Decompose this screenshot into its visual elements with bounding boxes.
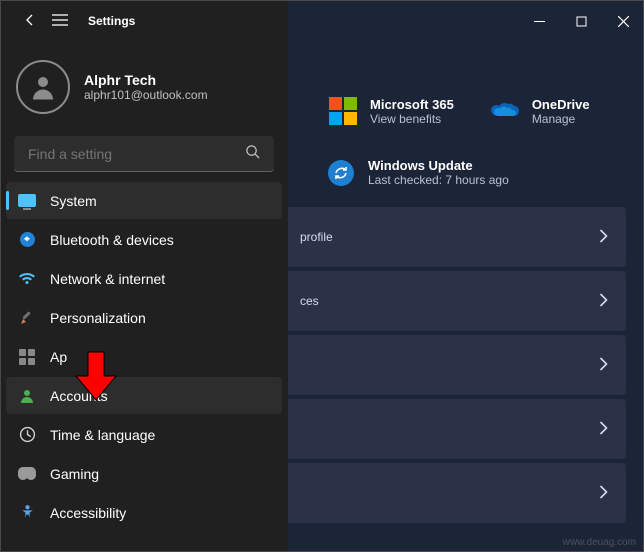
sync-icon: [328, 160, 354, 186]
onedrive-icon: [490, 96, 520, 126]
accessibility-icon: [18, 504, 36, 522]
tile-title: OneDrive: [532, 97, 590, 112]
sidebar-item-label: Ap: [50, 349, 67, 365]
sidebar-item-time[interactable]: Time & language: [6, 416, 282, 453]
wifi-icon: [18, 270, 36, 288]
sidebar-item-label: System: [50, 193, 97, 209]
sidebar-item-label: Network & internet: [50, 271, 165, 287]
sidebar-item-network[interactable]: Network & internet: [6, 260, 282, 297]
profile-block[interactable]: Alphr Tech alphr101@outlook.com: [0, 52, 288, 130]
apps-icon: [18, 348, 36, 366]
bluetooth-icon: ⌖: [18, 231, 36, 249]
maximize-button[interactable]: [560, 3, 602, 39]
microsoft-logo-icon: [328, 96, 358, 126]
settings-card[interactable]: profile: [282, 207, 626, 267]
brush-icon: [18, 309, 36, 327]
avatar: [16, 60, 70, 114]
window-title: Settings: [88, 14, 135, 28]
chevron-right-icon: [599, 229, 608, 246]
sidebar-item-label: Bluetooth & devices: [50, 232, 174, 248]
chevron-right-icon: [599, 421, 608, 438]
sidebar-item-label: Gaming: [50, 466, 99, 482]
settings-card[interactable]: ces: [282, 271, 626, 331]
main-content: Microsoft 365 View benefits OneDrive Man…: [288, 0, 644, 552]
settings-card[interactable]: [282, 399, 626, 459]
sidebar-item-label: Time & language: [50, 427, 155, 443]
profile-name: Alphr Tech: [84, 72, 208, 88]
sidebar-item-bluetooth[interactable]: ⌖ Bluetooth & devices: [6, 221, 282, 258]
tile-title: Microsoft 365: [370, 97, 454, 112]
search-icon: [245, 144, 260, 164]
sidebar-item-label: Accounts: [50, 388, 108, 404]
tile-windows-update[interactable]: Windows Update Last checked: 7 hours ago: [288, 146, 644, 207]
settings-cards: profile ces: [282, 207, 644, 523]
gaming-icon: [18, 465, 36, 483]
sidebar-item-system[interactable]: System: [6, 182, 282, 219]
tile-subtitle: Last checked: 7 hours ago: [368, 173, 509, 187]
search-box[interactable]: [14, 136, 274, 172]
chevron-right-icon: [599, 357, 608, 374]
sidebar-item-apps[interactable]: Ap: [6, 338, 282, 375]
watermark: www.deuag.com: [563, 537, 636, 548]
card-label: profile: [300, 230, 333, 244]
sidebar: Alphr Tech alphr101@outlook.com System ⌖…: [0, 0, 288, 552]
settings-card[interactable]: [282, 335, 626, 395]
sidebar-item-label: Accessibility: [50, 505, 126, 521]
nav-list: System ⌖ Bluetooth & devices Network & i…: [0, 182, 288, 552]
tile-subtitle: View benefits: [370, 112, 454, 126]
clock-icon: [18, 426, 36, 444]
sidebar-item-accounts[interactable]: Accounts: [6, 377, 282, 414]
card-label: ces: [300, 294, 319, 308]
settings-card[interactable]: [282, 463, 626, 523]
search-input[interactable]: [28, 146, 245, 162]
account-icon: [18, 387, 36, 405]
chevron-right-icon: [599, 485, 608, 502]
sidebar-item-accessibility[interactable]: Accessibility: [6, 494, 282, 531]
sidebar-item-personalization[interactable]: Personalization: [6, 299, 282, 336]
menu-icon[interactable]: [52, 13, 68, 29]
close-button[interactable]: [602, 3, 644, 39]
sidebar-item-gaming[interactable]: Gaming: [6, 455, 282, 492]
back-icon[interactable]: [22, 12, 38, 31]
tile-subtitle: Manage: [532, 112, 590, 126]
tile-title: Windows Update: [368, 158, 509, 173]
system-icon: [18, 192, 36, 210]
tile-onedrive[interactable]: OneDrive Manage: [490, 96, 590, 126]
profile-email: alphr101@outlook.com: [84, 88, 208, 102]
tile-microsoft-365[interactable]: Microsoft 365 View benefits: [328, 96, 454, 126]
sidebar-item-label: Personalization: [50, 310, 146, 326]
titlebar: Settings: [0, 0, 644, 42]
chevron-right-icon: [599, 293, 608, 310]
minimize-button[interactable]: [518, 3, 560, 39]
